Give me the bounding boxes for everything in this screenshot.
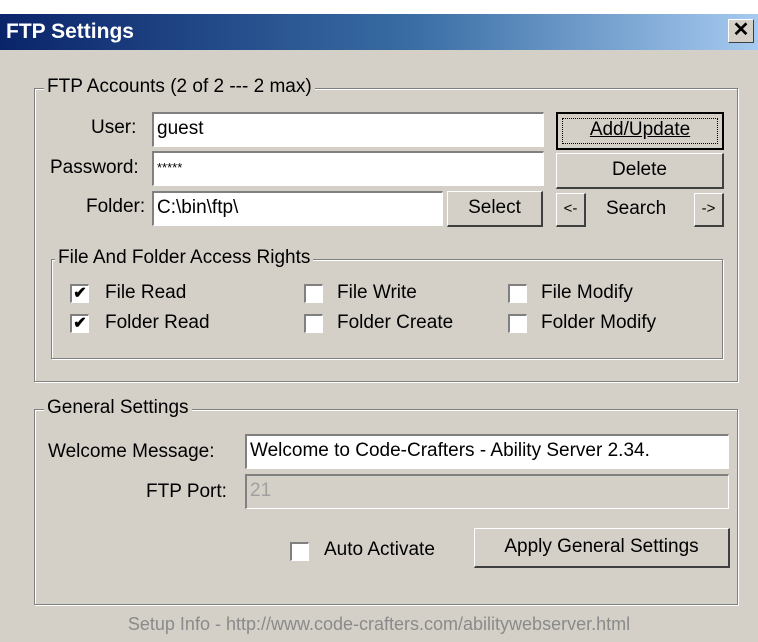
password-label: Password: xyxy=(50,157,139,178)
delete-button[interactable]: Delete xyxy=(556,153,724,189)
ftp-port-label: FTP Port: xyxy=(146,481,227,502)
folder-modify-checkbox[interactable] xyxy=(508,314,527,333)
welcome-message-label: Welcome Message: xyxy=(48,441,215,462)
search-next-button[interactable]: -> xyxy=(694,193,724,227)
user-field[interactable]: guest xyxy=(152,112,544,147)
access-rights-legend: File And Folder Access Rights xyxy=(55,247,314,269)
folder-create-checkbox[interactable] xyxy=(304,314,323,333)
ftp-port-field[interactable]: 21 xyxy=(245,474,729,509)
title-bar[interactable]: FTP Settings ✕ xyxy=(0,14,758,50)
close-icon: ✕ xyxy=(732,19,750,41)
add-update-button[interactable]: Add/Update xyxy=(556,112,724,150)
file-modify-checkbox[interactable] xyxy=(508,284,527,303)
file-modify-label: File Modify xyxy=(541,282,633,303)
folder-create-label: Folder Create xyxy=(337,312,454,333)
file-write-checkbox[interactable] xyxy=(304,284,323,303)
check-icon: ✔ xyxy=(73,315,87,332)
password-field[interactable]: ***** xyxy=(152,151,544,186)
access-rights-group xyxy=(51,259,723,359)
folder-field[interactable]: C:\bin\ftp\ xyxy=(152,191,443,226)
file-read-checkbox[interactable]: ✔ xyxy=(70,284,89,303)
user-label: User: xyxy=(91,117,137,138)
folder-label: Folder: xyxy=(86,196,146,217)
folder-modify-label: Folder Modify xyxy=(541,312,657,333)
file-read-label: File Read xyxy=(105,282,187,303)
check-icon: ✔ xyxy=(73,285,87,302)
auto-activate-label: Auto Activate xyxy=(324,539,435,560)
search-prev-button[interactable]: <- xyxy=(556,193,586,227)
search-label: Search xyxy=(606,198,667,219)
setup-info-text: Setup Info - http://www.code-crafters.co… xyxy=(127,614,631,634)
focus-rect xyxy=(562,118,718,144)
folder-read-checkbox[interactable]: ✔ xyxy=(70,314,89,333)
ftp-accounts-legend: FTP Accounts (2 of 2 --- 2 max) xyxy=(44,76,315,98)
ftp-settings-dialog: FTP Settings ✕ FTP Accounts (2 of 2 --- … xyxy=(0,14,758,642)
select-folder-button[interactable]: Select xyxy=(447,191,543,227)
general-settings-legend: General Settings xyxy=(44,397,192,419)
apply-general-settings-button[interactable]: Apply General Settings xyxy=(474,528,730,568)
auto-activate-checkbox[interactable] xyxy=(290,542,309,561)
file-write-label: File Write xyxy=(337,282,417,303)
folder-read-label: Folder Read xyxy=(105,312,210,333)
welcome-message-field[interactable]: Welcome to Code-Crafters - Ability Serve… xyxy=(245,434,729,469)
window-title: FTP Settings xyxy=(6,20,134,43)
close-button[interactable]: ✕ xyxy=(728,19,754,43)
